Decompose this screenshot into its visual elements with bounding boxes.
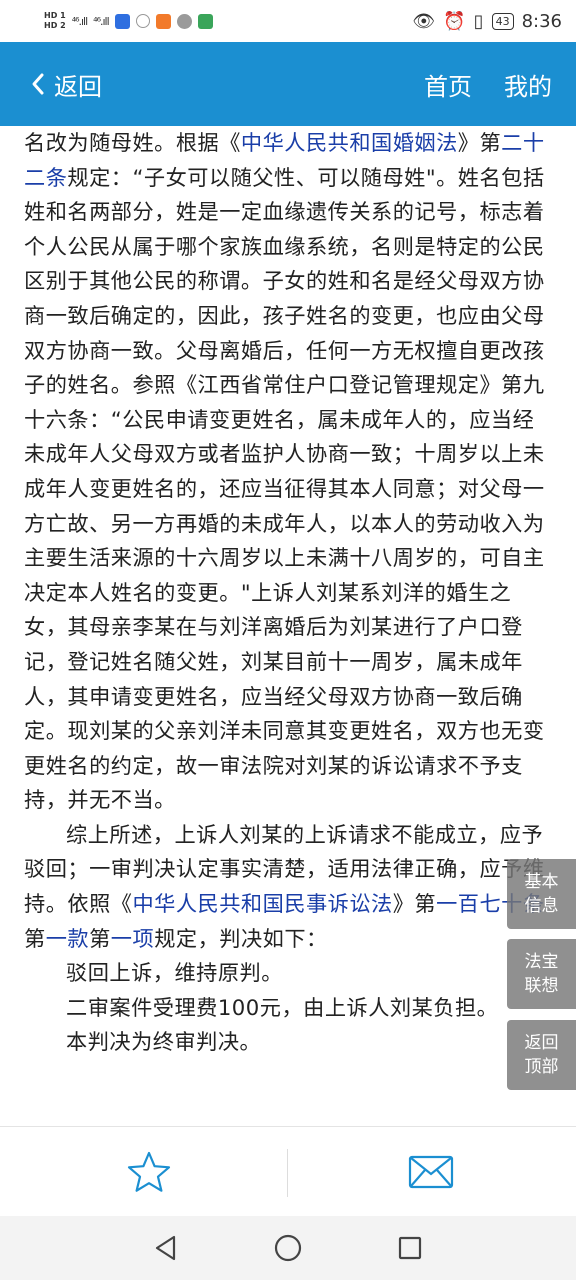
back-top-line2: 顶部	[524, 1057, 559, 1077]
basic-info-line1: 基本	[524, 872, 559, 892]
legal-link[interactable]: 中华人民共和国民事诉讼法	[132, 891, 392, 916]
hd1-label: HD 1	[44, 11, 66, 20]
paragraph-text: 第	[24, 925, 46, 951]
system-recent-button[interactable]	[388, 1226, 432, 1270]
signal2-icon: ⁴⁶.ıll	[93, 14, 110, 28]
paragraph-text: 名改为随母姓。根据《	[24, 130, 241, 155]
signal1-icon: ⁴⁶.ıll	[71, 14, 89, 28]
legal-link[interactable]: 一款	[46, 926, 89, 951]
eye-icon: 👁	[412, 10, 436, 32]
star-icon	[127, 1151, 171, 1192]
status-right: 👁 ⏰ ▯ 43 8:36	[412, 6, 562, 36]
back-label: 返回	[54, 72, 102, 101]
back-to-top-button[interactable]: 返回 顶部	[507, 1020, 576, 1090]
paragraph-text: 规定，判决如下：	[154, 925, 328, 951]
paragraph-conclusion: 综上所述，上诉人刘某的上诉请求不能成立，应予驳回；一审判决认定事实清楚，适用法律…	[24, 818, 554, 956]
header-nav: 首页 我的	[424, 42, 552, 126]
judgment-content: 名改为随母姓。根据《中华人民共和国婚姻法》第二十二条规定：“子女可以随父性、可以…	[24, 126, 554, 1126]
hd-indicator: HD 1 HD 2	[44, 11, 66, 31]
paragraph-text: 第	[89, 925, 111, 951]
triangle-back-icon	[155, 1235, 176, 1261]
legal-link[interactable]: 中华人民共和国婚姻法	[241, 130, 458, 155]
top-header: 返回 首页 我的	[0, 42, 576, 126]
home-link[interactable]: 首页	[424, 67, 472, 102]
system-home-button[interactable]	[266, 1226, 310, 1270]
vibrate-icon: ▯	[473, 10, 484, 32]
shield-icon	[114, 13, 130, 29]
hd2-label: HD 2	[44, 21, 66, 30]
system-back-button[interactable]	[144, 1226, 188, 1270]
alarm-icon: ⏰	[443, 10, 466, 32]
law-assoc-line2: 联想	[524, 976, 559, 996]
paragraph-text: 》第	[457, 130, 502, 155]
battery-icon: 43	[491, 12, 514, 30]
law-association-button[interactable]: 法宝 联想	[507, 939, 576, 1009]
app-circle-icon	[135, 14, 150, 28]
favorite-button[interactable]	[6, 1127, 292, 1217]
app-gray-icon	[176, 13, 192, 29]
app-green-house-icon	[197, 13, 213, 29]
status-left: HD 1 HD 2 ⁴⁶.ıll ⁴⁶.ıll	[44, 6, 213, 36]
system-nav-bar	[0, 1216, 576, 1280]
paragraph-verdict: 驳回上诉，维持原判。	[66, 960, 283, 986]
app-orange-icon	[155, 13, 171, 29]
bottom-toolbar	[0, 1126, 576, 1217]
back-top-line1: 返回	[524, 1033, 559, 1053]
circle-home-icon	[274, 1234, 302, 1262]
legal-link[interactable]: 一项	[111, 926, 154, 951]
mine-link[interactable]: 我的	[504, 67, 552, 102]
paragraph-reasoning: 名改为随母姓。根据《中华人民共和国婚姻法》第二十二条规定：“子女可以随父性、可以…	[24, 126, 554, 818]
square-recent-icon	[398, 1236, 422, 1260]
chevron-left-icon	[32, 73, 44, 95]
envelope-icon	[408, 1155, 454, 1189]
basic-info-button[interactable]: 基本 信息	[507, 859, 576, 929]
back-button[interactable]: 返回	[30, 42, 102, 126]
paragraph-text: 规定：“子女可以随父性、可以随母姓"。姓名包括姓和名两部分，姓是一定血缘遗传关系…	[24, 164, 545, 813]
paragraph-fee: 二审案件受理费100元，由上诉人刘某负担。	[66, 994, 499, 1020]
paragraph-final: 本判决为终审判决。	[66, 1029, 262, 1055]
basic-info-line2: 信息	[524, 896, 559, 916]
paragraph-text: 》第	[392, 891, 437, 917]
law-assoc-line1: 法宝	[524, 952, 559, 972]
status-bar: HD 1 HD 2 ⁴⁶.ıll ⁴⁶.ıll 👁 ⏰ ▯ 43 8:36	[0, 0, 576, 42]
clock-time: 8:36	[521, 10, 562, 32]
share-mail-button[interactable]	[288, 1127, 574, 1217]
